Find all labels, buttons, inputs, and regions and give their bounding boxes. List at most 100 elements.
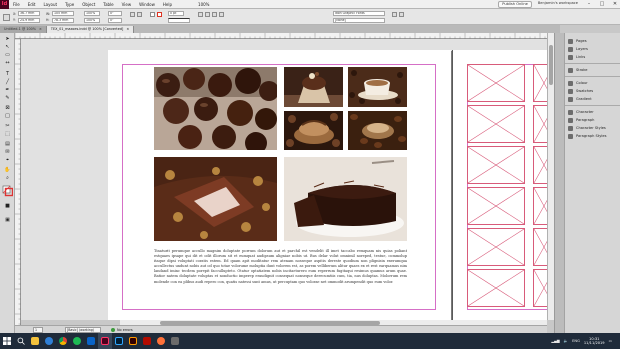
search-icon[interactable] [14, 333, 28, 349]
image-frame-chocolate-cake-slice[interactable] [284, 157, 407, 241]
flip-horizontal-icon[interactable] [130, 12, 135, 17]
fit-frame-icon[interactable] [212, 12, 217, 17]
empty-image-frame[interactable] [533, 64, 547, 102]
image-frame-cupcake[interactable] [284, 67, 343, 107]
vertical-scroll-thumb[interactable] [549, 45, 553, 85]
menu-table[interactable]: Table [99, 0, 117, 9]
menu-edit[interactable]: Edit [24, 0, 40, 9]
menu-view[interactable]: View [118, 0, 136, 9]
network-icon[interactable]: ▂▄▆ [551, 339, 559, 343]
image-frame-chocolate-cake-walnuts[interactable] [154, 157, 277, 241]
stroke-weight-field[interactable]: 0 pt [168, 11, 184, 16]
direct-selection-tool-icon[interactable]: ↖ [2, 44, 13, 51]
empty-image-frame[interactable] [467, 105, 525, 143]
panel-character[interactable]: Character [565, 108, 620, 116]
y-position-field[interactable]: 24.9 mm [18, 18, 40, 23]
image-frame-coffee-cup[interactable] [348, 67, 407, 107]
firefox-icon[interactable] [154, 333, 168, 349]
shear-field[interactable]: 0° [108, 18, 122, 23]
zoom-level[interactable]: 100% [194, 0, 213, 9]
free-transform-tool-icon[interactable]: ⬚ [2, 131, 13, 138]
tab-close-icon[interactable]: × [39, 26, 42, 33]
width-field[interactable]: 105 mm [52, 11, 74, 16]
tab-tex01-mazoes[interactable]: TEX_01_mazoes.indd @ 100% [Converted] × [46, 26, 135, 33]
windows-start-icon[interactable] [0, 333, 14, 349]
panel-colour[interactable]: Colour [565, 79, 620, 87]
notifications-icon[interactable]: ▭ [609, 339, 612, 343]
image-frame-chocolate-shavings[interactable] [284, 111, 343, 150]
acrobat-icon[interactable] [140, 333, 154, 349]
zoom-tool-icon[interactable]: ⌕ [2, 175, 13, 182]
reference-point-icon[interactable] [3, 14, 10, 21]
image-frame-coffee-beans-dessert[interactable] [348, 111, 407, 150]
maximize-button[interactable]: □ [597, 0, 607, 9]
vertical-scrollbar[interactable] [547, 33, 554, 320]
empty-image-frame[interactable] [533, 228, 547, 266]
empty-image-frame[interactable] [533, 105, 547, 143]
scale-x-field[interactable]: 100% [84, 11, 100, 16]
clock[interactable]: 10:31 11/11/2019 [584, 337, 605, 346]
menu-window[interactable]: Window [135, 0, 159, 9]
font-family-select[interactable]: Ikon Graphic Fonts [333, 11, 385, 16]
pen-tool-icon[interactable]: ✒ [2, 87, 13, 94]
close-button[interactable]: ✕ [610, 0, 620, 9]
panel-links[interactable]: Links [565, 53, 620, 61]
empty-image-frame[interactable] [467, 146, 525, 184]
body-text-frame[interactable]: Tinaturit perumque accullo magnim dolupt… [154, 249, 407, 299]
flip-vertical-icon[interactable] [137, 12, 142, 17]
volume-icon[interactable]: 🔈 [564, 339, 568, 343]
indesign-taskbar-icon[interactable] [98, 333, 112, 349]
tab-close-icon[interactable]: × [126, 26, 129, 33]
menu-file[interactable]: File [9, 0, 24, 9]
workspace-switcher[interactable]: Benjamin's workspace [535, 1, 581, 8]
empty-image-frame[interactable] [467, 64, 525, 102]
page-right[interactable] [452, 50, 547, 320]
panel-swatches[interactable]: Swatches [565, 87, 620, 95]
chrome-icon[interactable] [56, 333, 70, 349]
panel-paragraph[interactable]: Paragraph [565, 116, 620, 124]
note-tool-icon[interactable]: ✉ [2, 149, 13, 156]
empty-image-frame[interactable] [533, 146, 547, 184]
language-indicator[interactable]: ENG [572, 339, 580, 343]
pencil-tool-icon[interactable]: ✎ [2, 95, 13, 102]
screen-mode-icon[interactable]: ▣ [2, 217, 13, 224]
panel-pages[interactable]: Pages [565, 37, 620, 45]
preflight-ok-icon[interactable] [111, 328, 115, 332]
publish-online-button[interactable]: Publish Online [498, 1, 532, 8]
center-content-icon[interactable] [219, 12, 224, 17]
image-frame-chocolate-truffles[interactable] [154, 67, 277, 150]
apply-colour-icon[interactable]: ■ [2, 203, 13, 210]
empty-image-frame[interactable] [533, 187, 547, 225]
x-position-field[interactable]: 36.7 mm [18, 11, 40, 16]
store-icon[interactable] [168, 333, 182, 349]
minimize-button[interactable]: – [584, 0, 594, 9]
grid-layout-icon[interactable] [399, 12, 404, 17]
empty-image-frame[interactable] [467, 269, 525, 307]
empty-image-frame[interactable] [467, 187, 525, 225]
panel-layers[interactable]: Layers [565, 45, 620, 53]
font-style-select[interactable]: [None] [333, 18, 385, 23]
tab-untitled[interactable]: Untitled-1 @ 100% × [0, 26, 47, 33]
gradient-tool-icon[interactable]: ▤ [2, 141, 13, 148]
panel-collapse-strip[interactable] [554, 33, 564, 333]
selection-tool-icon[interactable]: ➤ [2, 36, 13, 43]
height-field[interactable]: 78.3 mm [52, 18, 74, 23]
fill-stroke-swatch-icon[interactable] [2, 185, 14, 197]
empty-image-frame[interactable] [467, 228, 525, 266]
edge-icon[interactable] [42, 333, 56, 349]
menu-type[interactable]: Type [61, 0, 78, 9]
rectangle-frame-tool-icon[interactable]: ⊠ [2, 105, 13, 112]
type-tool-icon[interactable]: T [2, 71, 13, 78]
hand-tool-icon[interactable]: ✋ [2, 167, 13, 174]
panel-stroke[interactable]: Stroke [565, 66, 620, 74]
panel-paragraph-styles[interactable]: Paragraph Styles [565, 132, 620, 140]
panel-gradient[interactable]: Gradient [565, 95, 620, 103]
illustrator-icon[interactable] [126, 333, 140, 349]
file-explorer-icon[interactable] [28, 333, 42, 349]
scale-y-field[interactable]: 100% [84, 18, 100, 23]
panel-character-styles[interactable]: Character Styles [565, 124, 620, 132]
stroke-swatch-icon[interactable] [157, 12, 162, 17]
stroke-type-select[interactable] [168, 18, 190, 23]
fitting-icon[interactable] [198, 12, 203, 17]
fit-content-icon[interactable] [205, 12, 210, 17]
